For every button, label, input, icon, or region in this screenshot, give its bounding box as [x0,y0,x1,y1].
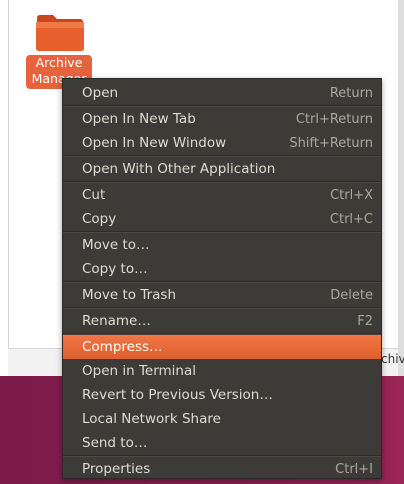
menu-item-shortcut: Ctrl+Return [295,111,373,127]
menu-item-label: Send to… [82,435,148,451]
menu-item-label: Copy to… [82,261,148,277]
menu-item-label: Move to… [82,237,150,253]
menu-item-shortcut: Shift+Return [289,135,373,151]
menu-item-label: Properties [82,461,151,477]
menu-item-move-to[interactable]: Move to… [63,233,381,257]
menu-item-shortcut: Ctrl+X [330,187,373,203]
menu-item-open-new-window[interactable]: Open In New Window Shift+Return [63,131,381,155]
menu-item-properties[interactable]: Properties Ctrl+I [63,457,381,481]
menu-item-move-to-trash[interactable]: Move to Trash Delete [63,283,381,307]
menu-item-open-with[interactable]: Open With Other Application [63,157,381,181]
menu-item-revert-previous-version[interactable]: Revert to Previous Version… [63,383,381,407]
menu-item-label: Local Network Share [82,411,221,427]
menu-item-label: Rename… [82,313,151,329]
menu-item-label: Cut [82,187,106,203]
menu-item-label: Revert to Previous Version… [82,387,273,403]
window-left-border [0,0,9,376]
context-menu: Open Return Open In New Tab Ctrl+Return … [62,78,382,479]
menu-item-shortcut: Delete [330,287,373,303]
menu-item-send-to[interactable]: Send to… [63,431,381,455]
menu-item-rename[interactable]: Rename… F2 [63,309,381,333]
menu-item-label: Open In New Tab [82,111,196,127]
window-right-border [398,0,404,376]
menu-item-shortcut: Ctrl+C [329,211,373,227]
menu-item-open[interactable]: Open Return [63,81,381,105]
menu-item-label: Open [82,85,119,101]
menu-item-label: Copy [82,211,117,227]
menu-item-copy-to[interactable]: Copy to… [63,257,381,281]
menu-item-label: Open In New Window [82,135,227,151]
menu-item-label: Move to Trash [82,287,177,303]
menu-item-shortcut: F2 [357,313,373,329]
menu-item-open-in-terminal[interactable]: Open in Terminal [63,359,381,383]
menu-item-shortcut: Return [329,85,373,101]
menu-item-compress[interactable]: Compress… [63,335,381,359]
menu-item-local-network-share[interactable]: Local Network Share [63,407,381,431]
background-text-fragment: chiv [381,352,404,366]
menu-item-open-new-tab[interactable]: Open In New Tab Ctrl+Return [63,107,381,131]
menu-item-label: Compress… [82,339,163,355]
menu-item-shortcut: Ctrl+I [335,461,373,477]
menu-item-label: Open in Terminal [82,363,196,379]
menu-item-copy[interactable]: Copy Ctrl+C [63,207,381,231]
menu-item-cut[interactable]: Cut Ctrl+X [63,183,381,207]
folder-icon[interactable] [35,12,85,52]
menu-item-label: Open With Other Application [82,161,276,177]
folder-label-line1: Archive [35,55,83,70]
